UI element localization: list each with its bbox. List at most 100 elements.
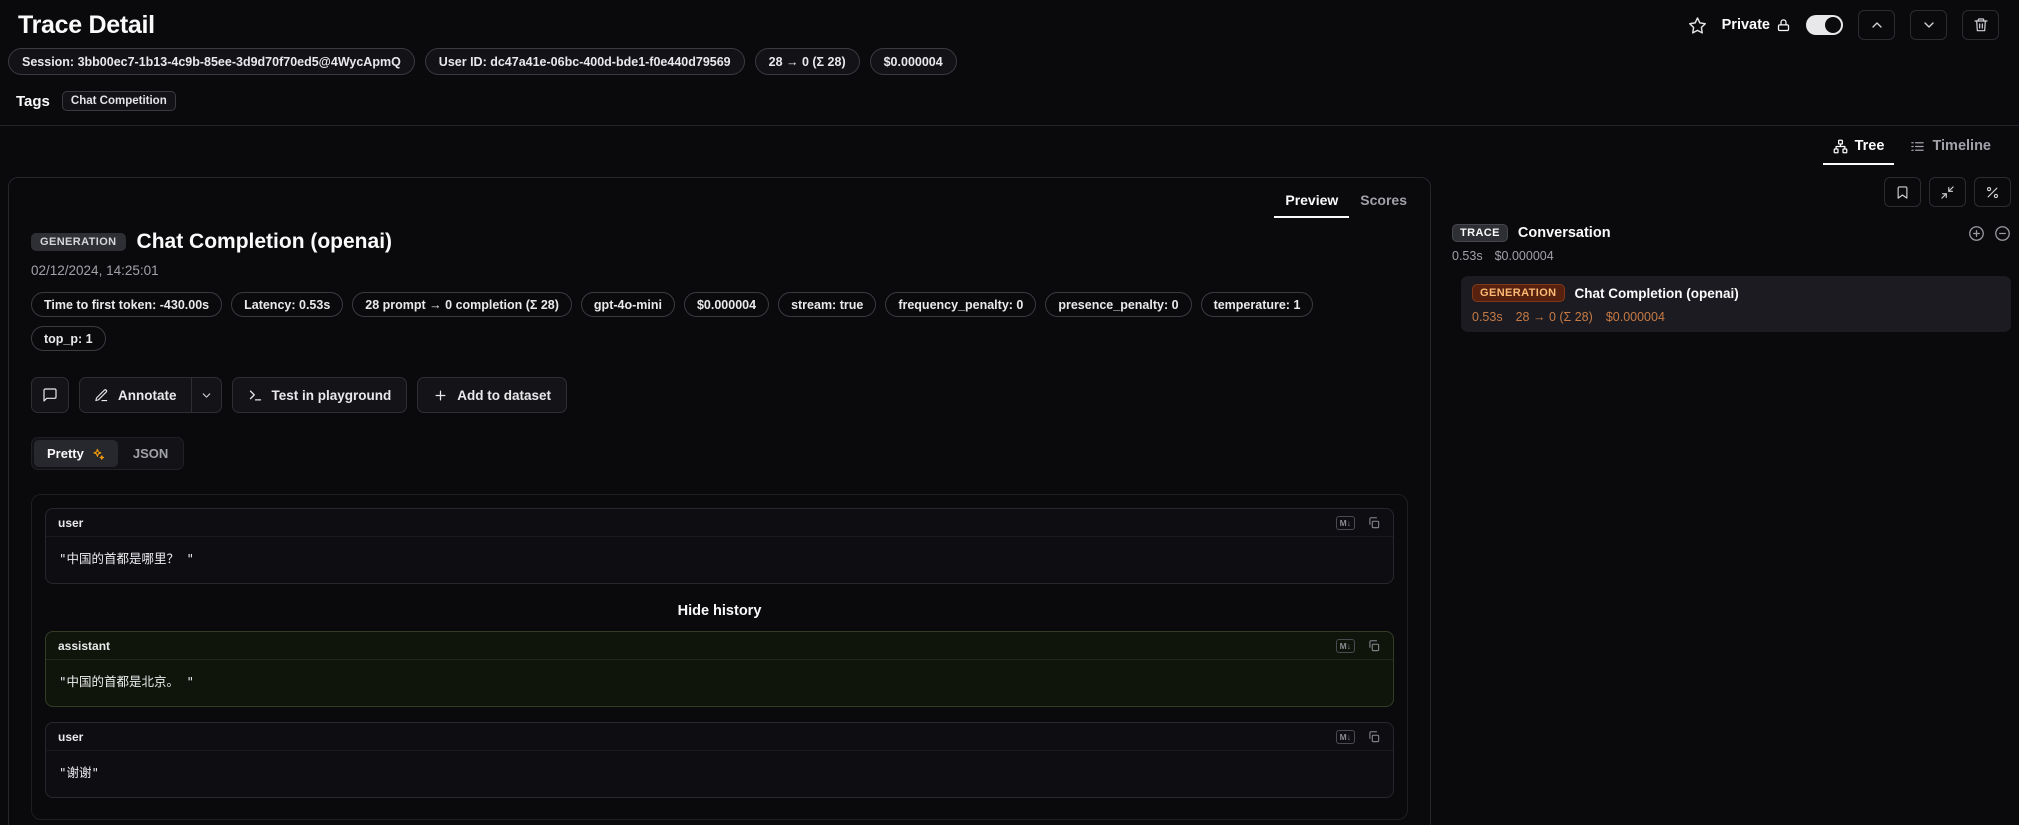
observation-title: Chat Completion (openai) — [137, 230, 393, 254]
message-user-2: user M↓ "谢谢" — [45, 722, 1394, 798]
generation-title: Chat Completion (openai) — [1575, 286, 1739, 301]
star-icon — [1688, 16, 1707, 35]
public-sharing-toggle[interactable] — [1806, 15, 1843, 35]
copy-icon[interactable] — [1367, 730, 1381, 744]
generation-latency: 0.53s — [1472, 310, 1503, 324]
expand-all-icon[interactable] — [1968, 225, 1985, 242]
metric-pill: top_p: 1 — [31, 326, 106, 351]
tag-chip[interactable]: Chat Competition — [62, 91, 176, 111]
message-user-1: user M↓ "中国的首都是哪里？ " — [45, 508, 1394, 584]
tab-timeline[interactable]: Timeline — [1900, 131, 2001, 165]
previous-trace-button[interactable] — [1858, 10, 1895, 40]
metric-pill: stream: true — [778, 292, 876, 317]
tree-icon — [1833, 139, 1848, 154]
collapse-all-icon[interactable] — [1994, 225, 2011, 242]
sparkles-icon — [91, 447, 105, 461]
add-to-dataset-button[interactable]: Add to dataset — [417, 377, 567, 413]
tab-tree-label: Tree — [1855, 138, 1885, 154]
user-id-chip[interactable]: User ID: dc47a41e-06bc-400d-bde1-f0e440d… — [425, 48, 745, 75]
percent-icon — [1985, 185, 2000, 200]
markdown-toggle-icon[interactable]: M↓ — [1336, 730, 1355, 744]
tree-node-trace[interactable]: TRACE Conversation — [1445, 224, 2011, 242]
collapse-icon — [1940, 185, 1955, 200]
observation-timestamp: 02/12/2024, 14:25:01 — [31, 263, 1408, 278]
format-toggle: Pretty JSON — [31, 437, 184, 470]
pen-icon — [94, 388, 109, 403]
message-content: "中国的首都是哪里？ " — [46, 537, 1393, 583]
chat-bubble-icon — [42, 387, 58, 403]
message-role: user — [58, 730, 83, 744]
tab-tree[interactable]: Tree — [1823, 131, 1895, 165]
metric-pill: gpt-4o-mini — [581, 292, 675, 317]
observation-metrics-pills: Time to first token: -430.00s Latency: 0… — [31, 292, 1408, 317]
markdown-toggle-icon[interactable]: M↓ — [1336, 639, 1355, 653]
view-switcher: Tree Timeline — [0, 126, 2019, 165]
collapse-all-button[interactable] — [1929, 177, 1966, 207]
tree-toolbar — [1445, 177, 2011, 207]
trace-type-badge: TRACE — [1452, 224, 1508, 242]
generation-tokens: 28 → 0 (Σ 28) — [1516, 310, 1593, 324]
visibility-status: Private — [1722, 17, 1791, 33]
format-json-option[interactable]: JSON — [120, 440, 181, 467]
metric-pill: Latency: 0.53s — [231, 292, 343, 317]
message-content: "谢谢" — [46, 751, 1393, 797]
show-metrics-button[interactable] — [1974, 177, 2011, 207]
observation-actions: Annotate Test in playground — [31, 377, 1408, 413]
message-assistant-1: assistant M↓ "中国的首都是北京。 " — [45, 631, 1394, 707]
timeline-icon — [1910, 139, 1925, 154]
tags-label: Tags — [16, 93, 50, 110]
annotate-split-button: Annotate — [79, 377, 222, 413]
chevron-up-icon — [1869, 17, 1885, 33]
main-area: Preview Scores GENERATION Chat Completio… — [0, 165, 2019, 825]
trace-title: Conversation — [1518, 225, 1611, 241]
session-chip[interactable]: Session: 3bb00ec7-1b13-4c9b-85ee-3d9d70f… — [8, 48, 415, 75]
toggle-knob — [1825, 17, 1841, 33]
tab-scores[interactable]: Scores — [1349, 186, 1418, 218]
copy-icon[interactable] — [1367, 639, 1381, 653]
next-trace-button[interactable] — [1910, 10, 1947, 40]
message-history: user M↓ "中国的首都是哪里？ " Hide history — [31, 494, 1408, 820]
terminal-icon — [248, 388, 263, 403]
detail-tabs: Preview Scores — [9, 178, 1430, 218]
metric-pill: 28 prompt → 0 completion (Σ 28) — [352, 292, 572, 317]
plus-icon — [433, 388, 448, 403]
hide-history-button[interactable]: Hide history — [45, 599, 1394, 631]
chevron-down-icon — [200, 389, 213, 402]
observation-detail-card: Preview Scores GENERATION Chat Completio… — [8, 177, 1431, 825]
test-in-playground-button[interactable]: Test in playground — [232, 377, 408, 413]
pretty-label: Pretty — [47, 446, 84, 461]
scores-display-button[interactable] — [1884, 177, 1921, 207]
tree-node-generation-selected[interactable]: GENERATION Chat Completion (openai) 0.53… — [1461, 276, 2011, 332]
playground-label: Test in playground — [272, 388, 392, 403]
private-label: Private — [1722, 17, 1770, 33]
copy-icon[interactable] — [1367, 516, 1381, 530]
trace-cost: $0.000004 — [1495, 249, 1554, 263]
generation-cost: $0.000004 — [1606, 310, 1665, 324]
page-header: Trace Detail Private — [0, 0, 2019, 46]
trace-metrics: 0.53s $0.000004 — [1445, 249, 2011, 263]
tab-preview[interactable]: Preview — [1274, 186, 1349, 218]
comments-button[interactable] — [31, 377, 69, 413]
bookmark-icon — [1895, 185, 1910, 200]
tags-row: Tags Chat Competition — [0, 81, 2019, 126]
annotate-dropdown-button[interactable] — [191, 378, 221, 412]
delete-trace-button[interactable] — [1962, 10, 1999, 40]
lock-icon — [1776, 18, 1791, 33]
page-title: Trace Detail — [18, 11, 155, 40]
trash-icon — [1973, 17, 1989, 33]
metric-pill: presence_penalty: 0 — [1045, 292, 1191, 317]
trace-latency: 0.53s — [1452, 249, 1483, 263]
tab-timeline-label: Timeline — [1932, 138, 1991, 154]
annotate-button[interactable]: Annotate — [80, 378, 191, 412]
message-role: user — [58, 516, 83, 530]
format-pretty-option[interactable]: Pretty — [34, 440, 118, 467]
cost-chip: $0.000004 — [870, 48, 957, 75]
metric-pill: $0.000004 — [684, 292, 769, 317]
metric-pill: temperature: 1 — [1201, 292, 1314, 317]
markdown-toggle-icon[interactable]: M↓ — [1336, 516, 1355, 530]
annotate-label: Annotate — [118, 388, 177, 403]
trace-tree-panel: TRACE Conversation 0.53s $0.000004 GENER… — [1445, 177, 2011, 332]
chevron-down-icon — [1921, 17, 1937, 33]
bookmark-star-button[interactable] — [1688, 16, 1707, 35]
message-role: assistant — [58, 639, 110, 653]
